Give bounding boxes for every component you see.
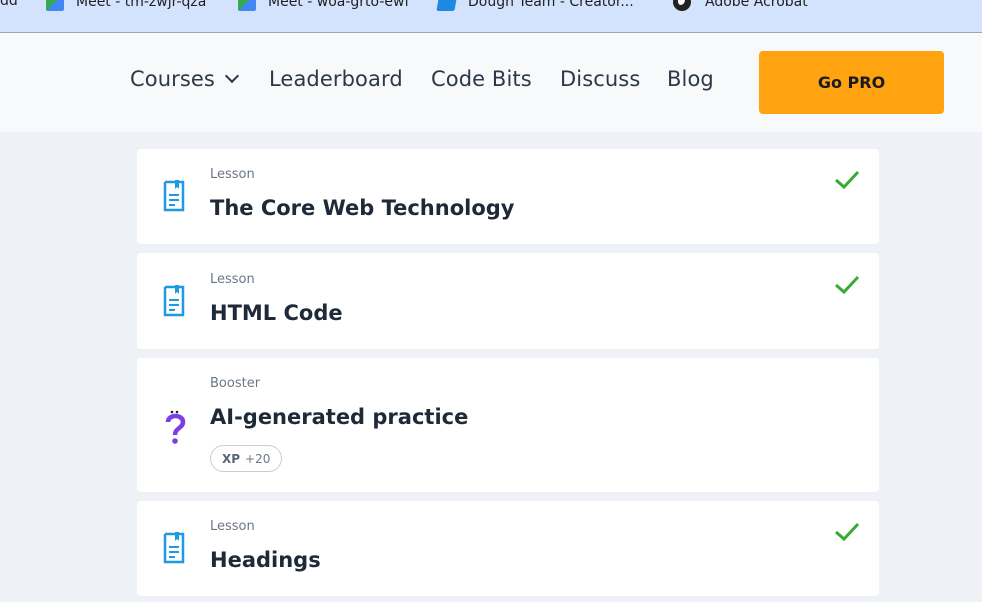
globe-icon	[673, 0, 691, 11]
bookmark-item[interactable]: Meet - woa-grto-ewf	[238, 0, 409, 11]
bookmark-label: Dough Team - Creator...	[468, 0, 634, 10]
lesson-doc-icon	[163, 180, 185, 212]
nav-discuss[interactable]: Discuss	[560, 67, 640, 91]
bookmark-label: dd	[0, 0, 18, 9]
meet-icon	[46, 0, 64, 11]
card-type-label: Lesson	[210, 519, 255, 534]
lesson-doc-icon	[163, 532, 185, 564]
check-icon	[835, 275, 860, 295]
lesson-card[interactable]: Lesson HTML Code	[137, 253, 879, 349]
nav-leaderboard[interactable]: Leaderboard	[269, 67, 403, 91]
xp-badge: XP +20	[210, 445, 283, 472]
top-nav: Courses Leaderboard Code Bits Discuss Bl…	[0, 33, 982, 132]
bookmarks-bar: dd Meet - tm-zwjr-qza Meet - woa-grto-ew…	[0, 0, 982, 33]
bookmark-item[interactable]: Meet - tm-zwjr-qza	[46, 0, 206, 11]
nav-code-bits[interactable]: Code Bits	[431, 67, 532, 91]
question-mark-icon	[165, 410, 186, 444]
lesson-doc-icon	[163, 285, 185, 317]
card-title: The Core Web Technology	[210, 196, 515, 220]
bookmark-label: Meet - woa-grto-ewf	[268, 0, 410, 10]
card-title: HTML Code	[210, 301, 343, 325]
card-type-label: Lesson	[210, 272, 255, 287]
meet-icon	[238, 0, 256, 11]
card-type-label: Booster	[210, 376, 261, 391]
check-icon	[835, 170, 860, 190]
xp-value: +20	[245, 451, 271, 466]
bookmark-label: Adobe Acrobat	[705, 0, 808, 10]
nav-courses-label: Courses	[130, 67, 215, 91]
xp-label: XP	[222, 451, 241, 466]
bookmark-item[interactable]: Adobe Acrobat	[673, 0, 808, 11]
nav-courses[interactable]: Courses	[130, 67, 240, 91]
lesson-card[interactable]: Lesson The Core Web Technology	[137, 149, 879, 244]
card-type-label: Lesson	[210, 167, 255, 182]
nav-blog[interactable]: Blog	[667, 67, 714, 91]
bookmark-label: Meet - tm-zwjr-qza	[76, 0, 207, 10]
bookmark-item[interactable]: Dough Team - Creator...	[436, 0, 634, 11]
dough-icon	[436, 0, 458, 11]
card-title: AI-generated practice	[210, 405, 469, 429]
check-icon	[835, 522, 860, 542]
lesson-card[interactable]: Lesson Headings	[137, 501, 879, 596]
chevron-down-icon	[224, 68, 240, 84]
booster-card[interactable]: Booster AI-generated practice XP +20	[137, 358, 879, 492]
go-pro-button[interactable]: Go PRO	[759, 51, 944, 114]
card-title: Headings	[210, 548, 321, 572]
bookmark-item[interactable]: dd	[0, 0, 18, 9]
